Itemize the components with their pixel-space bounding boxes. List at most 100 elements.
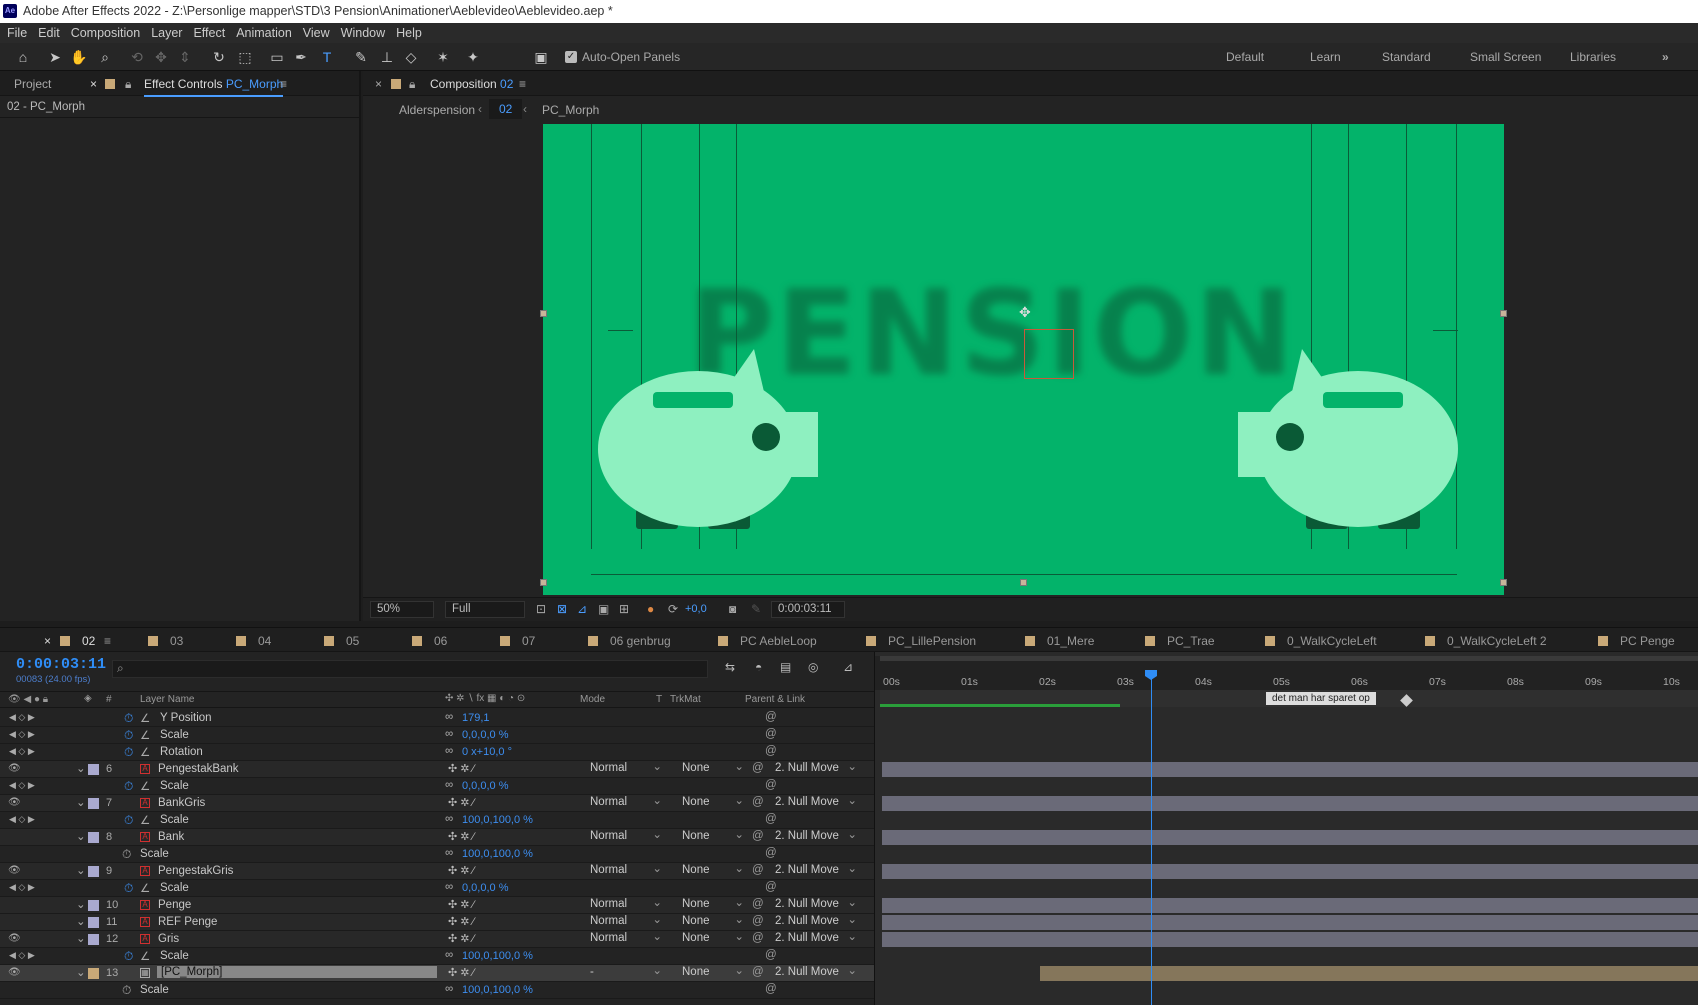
- stopwatch-icon[interactable]: ⏱︎: [124, 711, 133, 726]
- pick-whip-icon[interactable]: @: [765, 949, 777, 961]
- layer-switches[interactable]: ✣ ✲ ∕: [448, 966, 474, 979]
- tab-pc-penge[interactable]: PC Penge: [1598, 634, 1675, 648]
- property-row[interactable]: ◀ ◇ ▶ ⏱︎ ∠ Scale ∞ 0,0,0,0 % @: [0, 727, 875, 744]
- layer-row[interactable]: 👁︎⌄8ABank✣ ✲ ∕NormalNone@2. Null Move: [0, 827, 875, 846]
- layer-name-header[interactable]: Layer Name: [140, 694, 194, 705]
- mode-dropdown[interactable]: Normal: [590, 929, 662, 947]
- parent-dropdown[interactable]: 2. Null Move: [775, 793, 857, 811]
- frame-blending-icon[interactable]: ▤: [780, 660, 791, 674]
- current-time-indicator[interactable]: [1151, 674, 1152, 1005]
- parent-dropdown[interactable]: 2. Null Move: [775, 861, 857, 879]
- home-icon[interactable]: ⌂: [14, 48, 32, 66]
- comp-canvas[interactable]: PENSION ✥: [543, 124, 1504, 595]
- panel-menu-icon[interactable]: ≡: [519, 77, 526, 91]
- motion-blur-icon[interactable]: ◎: [808, 660, 818, 674]
- constrain-proportions-icon[interactable]: ∞: [445, 881, 453, 893]
- pick-whip-icon[interactable]: @: [765, 728, 777, 740]
- lock-icon[interactable]: 🔒︎: [125, 77, 131, 92]
- label-color[interactable]: [88, 798, 99, 809]
- tab-03[interactable]: 03: [148, 634, 183, 648]
- layer-name[interactable]: Gris: [158, 933, 179, 945]
- parent-dropdown[interactable]: 2. Null Move: [775, 912, 857, 930]
- grid-guides-icon[interactable]: ▣: [598, 602, 609, 616]
- menu-animation[interactable]: Animation: [236, 26, 292, 40]
- pick-whip-icon[interactable]: @: [752, 762, 764, 774]
- layer-name[interactable]: REF Penge: [158, 916, 217, 928]
- layer-duration-bar[interactable]: [882, 830, 1698, 845]
- dolly-tool-icon[interactable]: ⇕: [176, 48, 194, 66]
- property-value[interactable]: 0,0,0,0 %: [462, 729, 508, 741]
- graph-editor-icon[interactable]: ⊿: [843, 660, 853, 674]
- workspace-libraries[interactable]: Libraries: [1570, 50, 1616, 64]
- pick-whip-icon[interactable]: @: [765, 813, 777, 825]
- mask-visibility-icon[interactable]: ⊿: [577, 602, 587, 616]
- tab-0-walkcycleleft[interactable]: 0_WalkCycleLeft: [1265, 634, 1377, 648]
- keyframe-nav-icon[interactable]: ◀ ◇ ▶: [9, 882, 35, 893]
- pick-whip-icon[interactable]: @: [752, 796, 764, 808]
- layer-switches[interactable]: ✣ ✲ ∕: [448, 762, 474, 775]
- mode-dropdown[interactable]: -: [590, 963, 662, 981]
- menu-file[interactable]: File: [7, 26, 27, 40]
- tab-effect-controls[interactable]: Effect Controls PC_Morph: [144, 77, 284, 97]
- parent-link-header[interactable]: Parent & Link: [745, 694, 805, 705]
- close-icon[interactable]: ×: [90, 77, 97, 91]
- comp-marker[interactable]: det man har sparet op: [1266, 692, 1376, 705]
- property-row[interactable]: ◀ ◇ ▶ ⏱︎ ∠ Y Position ∞ 179,1 @: [0, 710, 875, 727]
- pick-whip-icon[interactable]: @: [752, 898, 764, 910]
- snapshot-icon[interactable]: ◙: [729, 602, 736, 616]
- layer-name[interactable]: BankGris: [158, 797, 205, 809]
- menu-window[interactable]: Window: [341, 26, 385, 40]
- label-color[interactable]: [88, 764, 99, 775]
- orbit-tool-icon[interactable]: ⟲: [128, 48, 146, 66]
- shy-layers-icon[interactable]: ◓: [755, 660, 762, 674]
- constrain-proportions-icon[interactable]: ∞: [445, 728, 453, 740]
- label-color[interactable]: [88, 934, 99, 945]
- workspace-standard[interactable]: Standard: [1382, 50, 1431, 64]
- pick-whip-icon[interactable]: @: [765, 779, 777, 791]
- workspace-more-icon[interactable]: »: [1662, 50, 1669, 64]
- pick-whip-icon[interactable]: @: [765, 711, 777, 723]
- timeline-graph[interactable]: 00s 01s 02s 03s 04s 05s 06s 07s 08s 09s 10s det ma…: [875, 652, 1698, 1005]
- lock-icon[interactable]: 🔒︎: [409, 77, 415, 92]
- keyframe-nav-icon[interactable]: ◀ ◇ ▶: [9, 814, 35, 825]
- trkmat-dropdown[interactable]: None: [682, 759, 744, 777]
- anchor-point-icon[interactable]: ✥: [1019, 304, 1031, 321]
- transparency-grid-icon[interactable]: ⊠: [557, 602, 567, 616]
- stopwatch-icon[interactable]: ⏱︎: [124, 949, 133, 964]
- current-time[interactable]: 0:00:03:11: [16, 656, 106, 673]
- rectangle-tool-icon[interactable]: ▭: [268, 48, 286, 66]
- constrain-proportions-icon[interactable]: ∞: [445, 949, 453, 961]
- mode-dropdown[interactable]: Normal: [590, 895, 662, 913]
- menu-composition[interactable]: Composition: [71, 26, 140, 40]
- pick-whip-icon[interactable]: @: [765, 745, 777, 757]
- tab-02[interactable]: 02: [60, 634, 95, 648]
- visibility-icon[interactable]: 👁︎: [8, 865, 21, 876]
- layer-row[interactable]: 👁︎ ⌄ 6 A PengestakBank ✣ ✲ ∕ Normal None @2. Nul…: [0, 759, 875, 778]
- constrain-proportions-icon[interactable]: ∞: [445, 745, 453, 757]
- menu-layer[interactable]: Layer: [151, 26, 182, 40]
- puppet-tool-icon[interactable]: ✦: [464, 48, 482, 66]
- brush-tool-icon[interactable]: ✎: [352, 48, 370, 66]
- menu-help[interactable]: Help: [396, 26, 422, 40]
- layer-duration-bar[interactable]: [882, 932, 1698, 947]
- constrain-proportions-icon[interactable]: ∞: [445, 813, 453, 825]
- expand-arrow-icon[interactable]: ⌄: [76, 761, 86, 775]
- workspace-small-screen[interactable]: Small Screen: [1470, 50, 1541, 64]
- constrain-proportions-icon[interactable]: ∞: [445, 983, 453, 995]
- pick-whip-icon[interactable]: @: [765, 983, 777, 995]
- channel-icon[interactable]: ⊞: [619, 602, 629, 616]
- show-snapshot-icon[interactable]: ✎: [751, 602, 761, 616]
- menu-edit[interactable]: Edit: [38, 26, 60, 40]
- property-value[interactable]: 100,0,100,0 %: [462, 848, 533, 860]
- transform-handle[interactable]: [540, 310, 547, 317]
- mode-dropdown[interactable]: Normal: [590, 759, 662, 777]
- trkmat-dropdown[interactable]: None: [682, 793, 744, 811]
- trkmat-dropdown[interactable]: None: [682, 861, 744, 879]
- label-color[interactable]: [88, 866, 99, 877]
- transform-handle[interactable]: [1500, 310, 1507, 317]
- label-color[interactable]: [88, 917, 99, 928]
- mode-dropdown[interactable]: Normal: [590, 793, 662, 811]
- selection-tool-icon[interactable]: ➤: [46, 48, 64, 66]
- crumb-pc-morph[interactable]: PC_Morph: [542, 103, 599, 117]
- tab-06[interactable]: 06: [412, 634, 447, 648]
